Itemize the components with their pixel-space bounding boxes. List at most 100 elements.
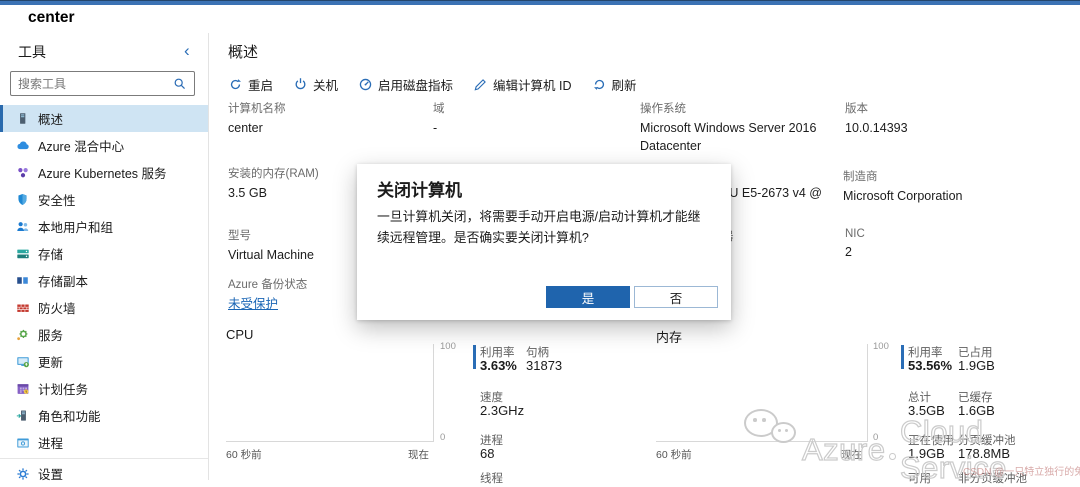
sidebar-item-azure-hybrid[interactable]: Azure 混合中心 xyxy=(0,132,208,159)
field-domain: 域 - xyxy=(433,100,629,138)
field-value: center xyxy=(228,120,424,138)
tools-sidebar: 工具 ‹ 概述 Azure 混合中心 Azure Kubernetes 服务 安… xyxy=(0,33,209,480)
field-version: 版本 10.0.14393 xyxy=(845,100,1041,138)
memory-stat-value: 178.8MB xyxy=(958,446,1010,461)
cpu-y-min: 0 xyxy=(440,432,445,443)
restart-label: 重启 xyxy=(248,75,273,94)
storage-replica-icon xyxy=(15,273,30,288)
sidebar-item-label: 更新 xyxy=(38,352,63,371)
shutdown-button[interactable]: 关机 xyxy=(293,75,338,94)
search-tools-box[interactable] xyxy=(10,71,195,96)
dialog-body: 一旦计算机关闭，将需要手动开启电源/启动计算机才能继续远程管理。是否确实要关闭计… xyxy=(377,206,711,248)
no-button[interactable]: 否 xyxy=(634,286,718,308)
sidebar-item-processes[interactable]: 进程 xyxy=(0,429,208,456)
sidebar-item-label: 服务 xyxy=(38,325,63,344)
sidebar-item-services[interactable]: 服务 xyxy=(0,321,208,348)
field-label: NIC xyxy=(845,228,1041,240)
memory-x-left: 60 秒前 xyxy=(656,447,692,462)
edit-pencil-icon xyxy=(473,77,488,92)
scheduled-tasks-icon xyxy=(15,381,30,396)
sidebar-item-storage[interactable]: 存储 xyxy=(0,240,208,267)
memory-stat-value: 1.9GB xyxy=(958,358,995,373)
sidebar-item-storage-replica[interactable]: 存储副本 xyxy=(0,267,208,294)
sidebar-item-scheduled-tasks[interactable]: 计划任务 xyxy=(0,375,208,402)
memory-y-max: 100 xyxy=(873,341,889,352)
field-value: 2 xyxy=(845,244,1041,262)
sidebar-item-updates[interactable]: 更新 xyxy=(0,348,208,375)
yes-button[interactable]: 是 xyxy=(546,286,630,308)
field-label: 制造商 xyxy=(843,168,1039,184)
cpu-chart xyxy=(226,344,434,442)
enable-disk-metrics-label: 启用磁盘指标 xyxy=(378,75,453,94)
sidebar-item-kubernetes[interactable]: Azure Kubernetes 服务 xyxy=(0,159,208,186)
tools-nav: 概述 Azure 混合中心 Azure Kubernetes 服务 安全性 本地… xyxy=(0,105,208,487)
sidebar-item-label: 存储 xyxy=(38,244,63,263)
edit-computer-id-label: 编辑计算机 ID xyxy=(493,75,571,94)
restart-button[interactable]: 重启 xyxy=(228,75,273,94)
memory-utilization-bar xyxy=(901,345,904,369)
backup-status-link[interactable]: 未受保护 xyxy=(228,297,278,311)
field-os: 操作系统 Microsoft Windows Server 2016 Datac… xyxy=(640,100,836,155)
sidebar-item-firewall[interactable]: 防火墙 xyxy=(0,294,208,321)
sidebar-item-overview[interactable]: 概述 xyxy=(0,105,208,132)
processes-icon xyxy=(15,435,30,450)
memory-stat-value: 3.5GB xyxy=(908,403,945,418)
field-label: 版本 xyxy=(845,100,1041,116)
cpu-utilization-bar xyxy=(473,345,476,369)
memory-stat-value: 1.9GB xyxy=(908,446,945,461)
field-computer-name: 计算机名称 center xyxy=(228,100,424,138)
overview-icon xyxy=(15,111,30,126)
field-label: 域 xyxy=(433,100,629,116)
field-nic: NIC 2 xyxy=(845,228,1041,262)
dialog-buttons: 是 否 xyxy=(546,286,718,308)
shutdown-dialog: 关闭计算机 一旦计算机关闭，将需要手动开启电源/启动计算机才能继续远程管理。是否… xyxy=(357,164,731,320)
search-input[interactable] xyxy=(18,77,172,91)
edit-computer-id-button[interactable]: 编辑计算机 ID xyxy=(473,75,571,94)
sidebar-item-label: 计划任务 xyxy=(38,379,88,398)
kubernetes-icon xyxy=(15,165,30,180)
sidebar-item-security[interactable]: 安全性 xyxy=(0,186,208,213)
cpu-stat-value: 2.3GHz xyxy=(480,403,524,418)
updates-icon xyxy=(15,354,30,369)
refresh-button[interactable]: 刷新 xyxy=(592,75,637,94)
sidebar-item-label: 进程 xyxy=(38,433,63,452)
memory-stat-value: 53.56% xyxy=(908,358,952,373)
local-users-icon xyxy=(15,219,30,234)
cpu-stat-label: 线程 xyxy=(480,470,503,486)
sidebar-item-roles-features[interactable]: 角色和功能 xyxy=(0,402,208,429)
sidebar-item-local-users[interactable]: 本地用户和组 xyxy=(0,213,208,240)
sidebar-item-label: 安全性 xyxy=(38,190,76,209)
app-title: center xyxy=(28,9,75,27)
firewall-icon xyxy=(15,300,30,315)
field-label: 计算机名称 xyxy=(228,100,424,116)
csdn-watermark: CSDN @一只特立独行的兔先森 xyxy=(963,463,1080,478)
sidebar-item-label: 存储副本 xyxy=(38,271,88,290)
cpu-x-right: 现在 xyxy=(408,447,429,462)
cpu-stat-value: 3.63% xyxy=(480,358,517,373)
cpu-y-max: 100 xyxy=(440,341,456,352)
cpu-x-left: 60 秒前 xyxy=(226,447,262,462)
sidebar-item-label: Azure Kubernetes 服务 xyxy=(38,163,167,182)
sidebar-item-label: 防火墙 xyxy=(38,298,76,317)
memory-chart xyxy=(656,344,868,442)
collapse-sidebar-icon[interactable]: ‹ xyxy=(184,41,190,61)
sidebar-item-label: 角色和功能 xyxy=(38,406,101,425)
refresh-label: 刷新 xyxy=(612,75,637,94)
memory-stat-value: 1.6GB xyxy=(958,403,995,418)
tools-header: 工具 xyxy=(18,42,46,62)
services-icon xyxy=(15,327,30,342)
settings-gear-icon xyxy=(15,466,30,481)
enable-disk-metrics-button[interactable]: 启用磁盘指标 xyxy=(358,75,453,94)
cpu-stat-value: 31873 xyxy=(526,358,562,373)
security-shield-icon xyxy=(15,192,30,207)
top-accent-bar xyxy=(0,0,1080,5)
search-icon[interactable] xyxy=(172,76,187,91)
field-value: Microsoft Corporation xyxy=(843,188,1039,206)
sidebar-item-label: 本地用户和组 xyxy=(38,217,113,236)
sidebar-item-settings[interactable]: 设置 xyxy=(0,460,208,487)
field-manufacturer: 制造商 Microsoft Corporation xyxy=(843,168,1039,206)
gauge-icon xyxy=(358,77,373,92)
shutdown-label: 关机 xyxy=(313,75,338,94)
memory-y-min: 0 xyxy=(873,432,878,443)
restart-icon xyxy=(228,77,243,92)
